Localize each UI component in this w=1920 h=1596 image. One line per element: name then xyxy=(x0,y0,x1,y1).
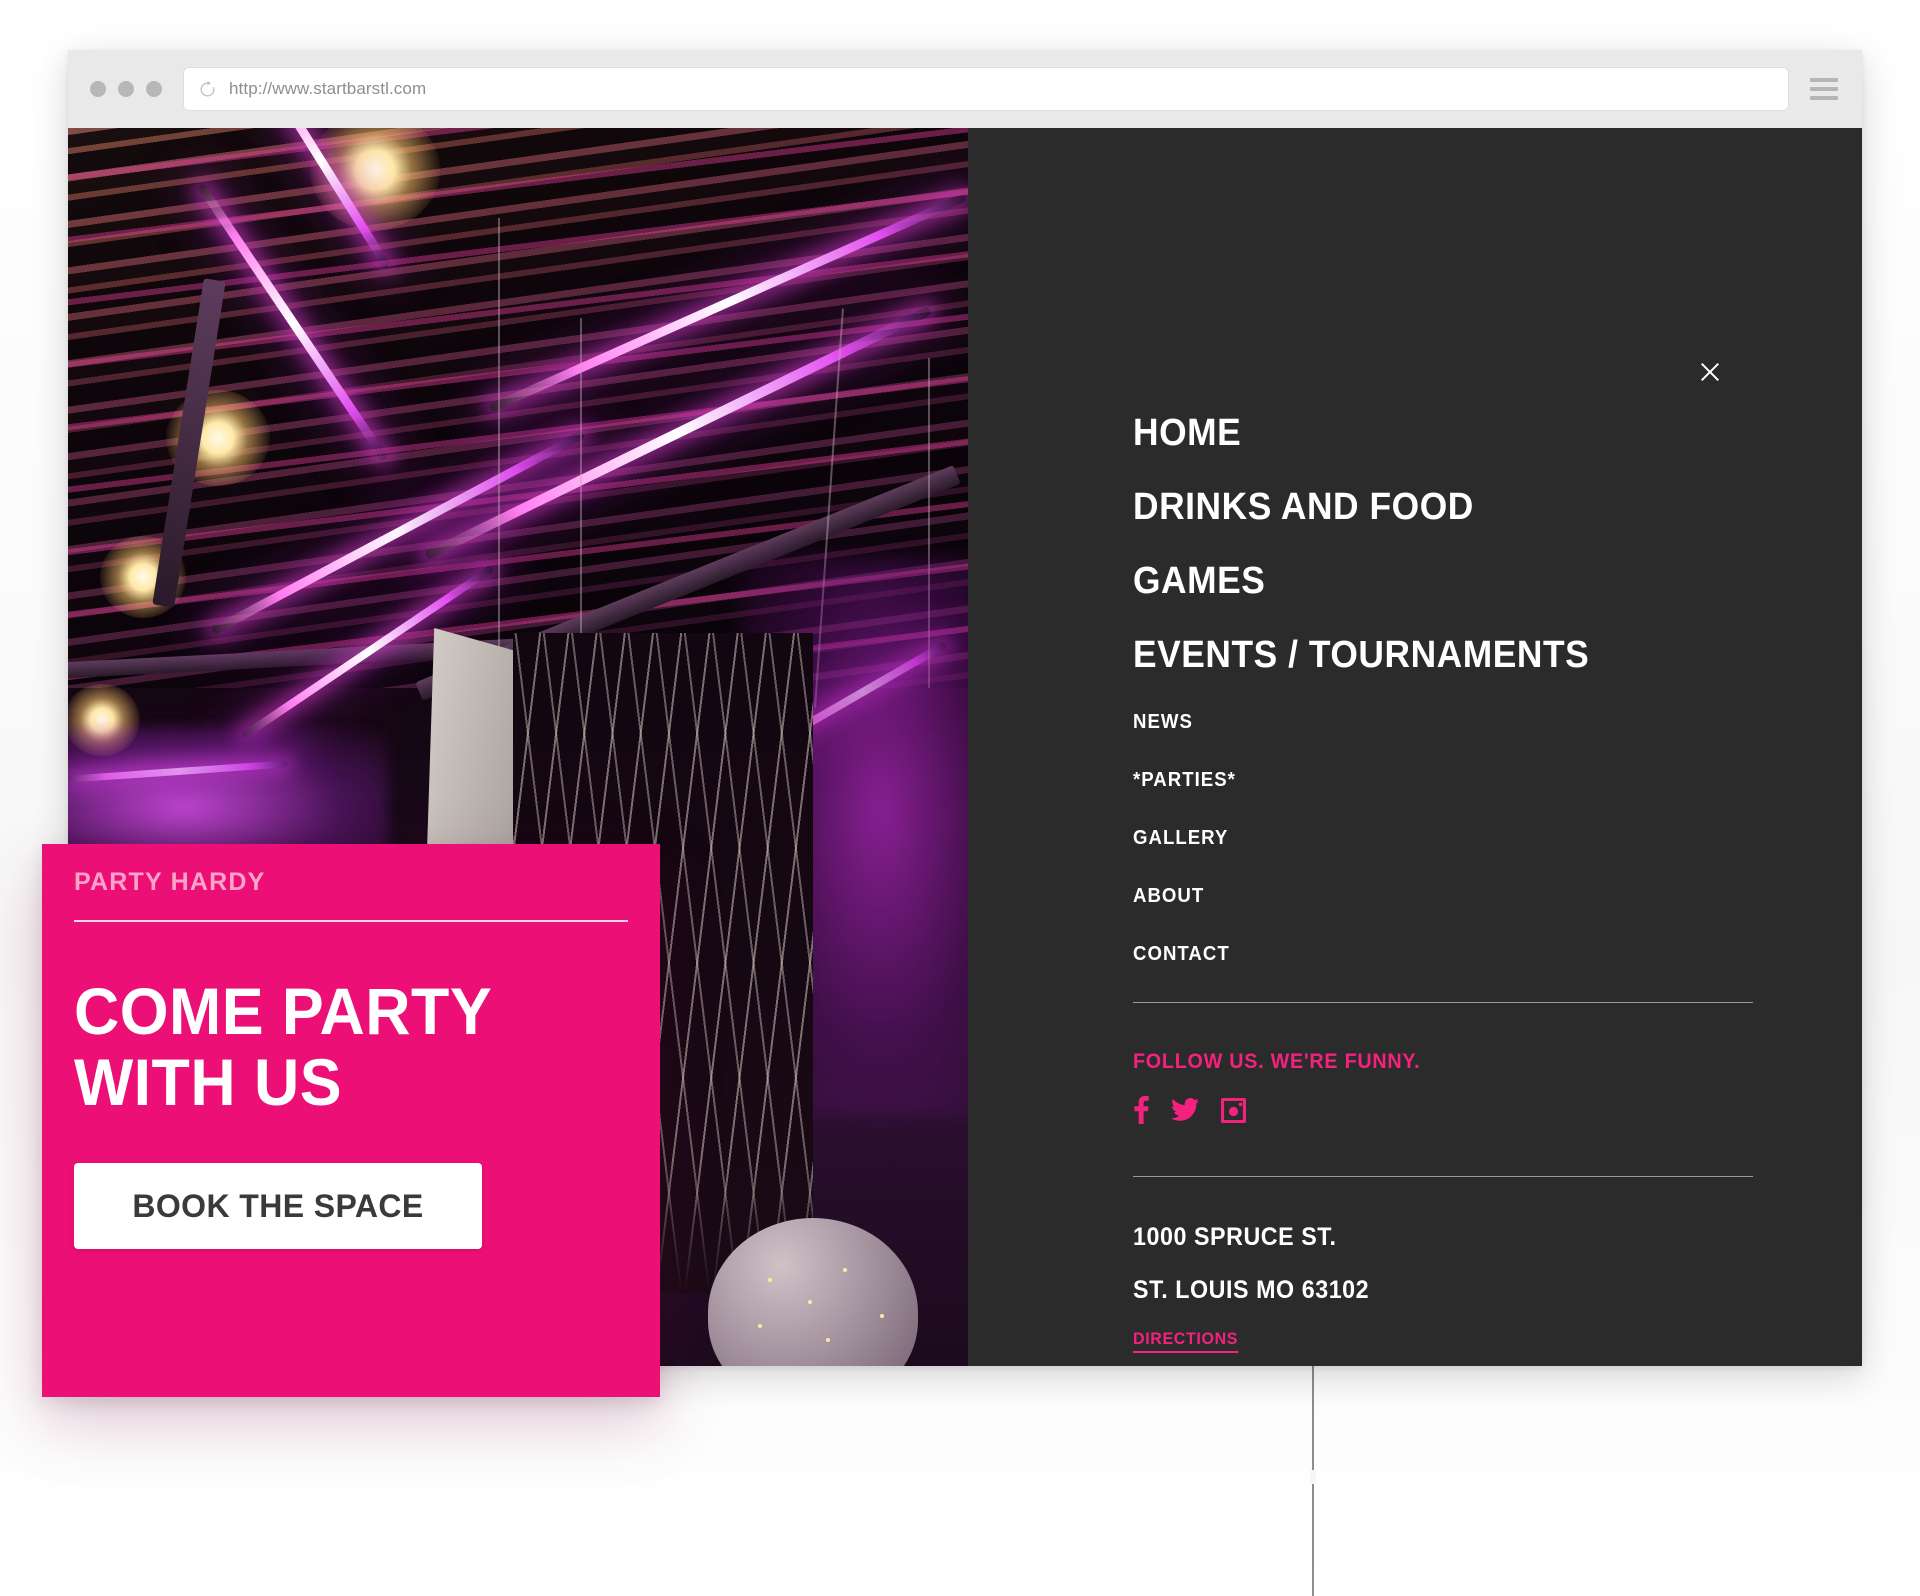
promo-card: PARTY HARDY COME PARTY WITH US BOOK THE … xyxy=(42,844,660,1397)
instagram-icon[interactable] xyxy=(1221,1097,1246,1123)
promo-eyebrow-label: PARTY HARDY xyxy=(74,867,266,896)
facebook-icon[interactable] xyxy=(1133,1096,1149,1124)
maximize-dot[interactable] xyxy=(146,81,162,97)
minimize-dot[interactable] xyxy=(118,81,134,97)
address-line-1: 1000 SPRUCE ST. xyxy=(1133,1223,1337,1251)
secondary-navigation: NEWS *PARTIES* GALLERY ABOUT CONTACT xyxy=(1133,712,1773,964)
social-links-row xyxy=(1133,1096,1773,1124)
nav-overlay-panel: HOME DRINKS AND FOOD GAMES EVENTS / TOUR… xyxy=(968,128,1862,1366)
browser-chrome: http://www.startbarstl.com xyxy=(68,50,1862,128)
nav-item-games[interactable]: GAMES xyxy=(1133,562,1728,600)
nav-content: HOME DRINKS AND FOOD GAMES EVENTS / TOUR… xyxy=(1133,128,1773,1366)
nav-item-gallery[interactable]: GALLERY xyxy=(1133,828,1728,848)
promo-headline: COME PARTY WITH US xyxy=(74,974,491,1119)
book-the-space-button[interactable]: BOOK THE SPACE xyxy=(74,1163,482,1250)
page-divider-gap xyxy=(1310,1470,1316,1484)
hamburger-menu-icon[interactable] xyxy=(1810,78,1838,100)
window-traffic-lights xyxy=(90,81,162,97)
nav-item-drinks-and-food[interactable]: DRINKS AND FOOD xyxy=(1133,488,1728,526)
primary-navigation: HOME DRINKS AND FOOD GAMES EVENTS / TOUR… xyxy=(1133,414,1773,674)
nav-item-news[interactable]: NEWS xyxy=(1133,712,1728,732)
close-dot[interactable] xyxy=(90,81,106,97)
divider-above-address xyxy=(1133,1176,1753,1177)
address-line-2: ST. LOUIS MO 63102 xyxy=(1133,1276,1370,1304)
address-block: 1000 SPRUCE ST. ST. LOUIS MO 63102 DIREC… xyxy=(1133,1223,1773,1353)
address-bar[interactable]: http://www.startbarstl.com xyxy=(184,68,1788,110)
twitter-icon[interactable] xyxy=(1171,1098,1199,1122)
divider-above-social xyxy=(1133,1002,1753,1003)
nav-item-about[interactable]: ABOUT xyxy=(1133,886,1728,906)
page-divider-line xyxy=(1312,1338,1314,1596)
follow-us-label: FOLLOW US. WE'RE FUNNY. xyxy=(1133,1050,1421,1073)
nav-item-parties[interactable]: *PARTIES* xyxy=(1133,770,1728,790)
nav-item-home[interactable]: HOME xyxy=(1133,414,1728,452)
nav-item-contact[interactable]: CONTACT xyxy=(1133,944,1728,964)
promo-card-header: PARTY HARDY xyxy=(74,844,628,922)
reload-icon[interactable] xyxy=(198,80,217,99)
directions-link[interactable]: DIRECTIONS xyxy=(1133,1329,1239,1353)
promo-card-body: COME PARTY WITH US BOOK THE SPACE xyxy=(42,922,660,1250)
url-text: http://www.startbarstl.com xyxy=(229,79,427,98)
nav-item-events-tournaments[interactable]: EVENTS / TOURNAMENTS xyxy=(1133,636,1728,674)
